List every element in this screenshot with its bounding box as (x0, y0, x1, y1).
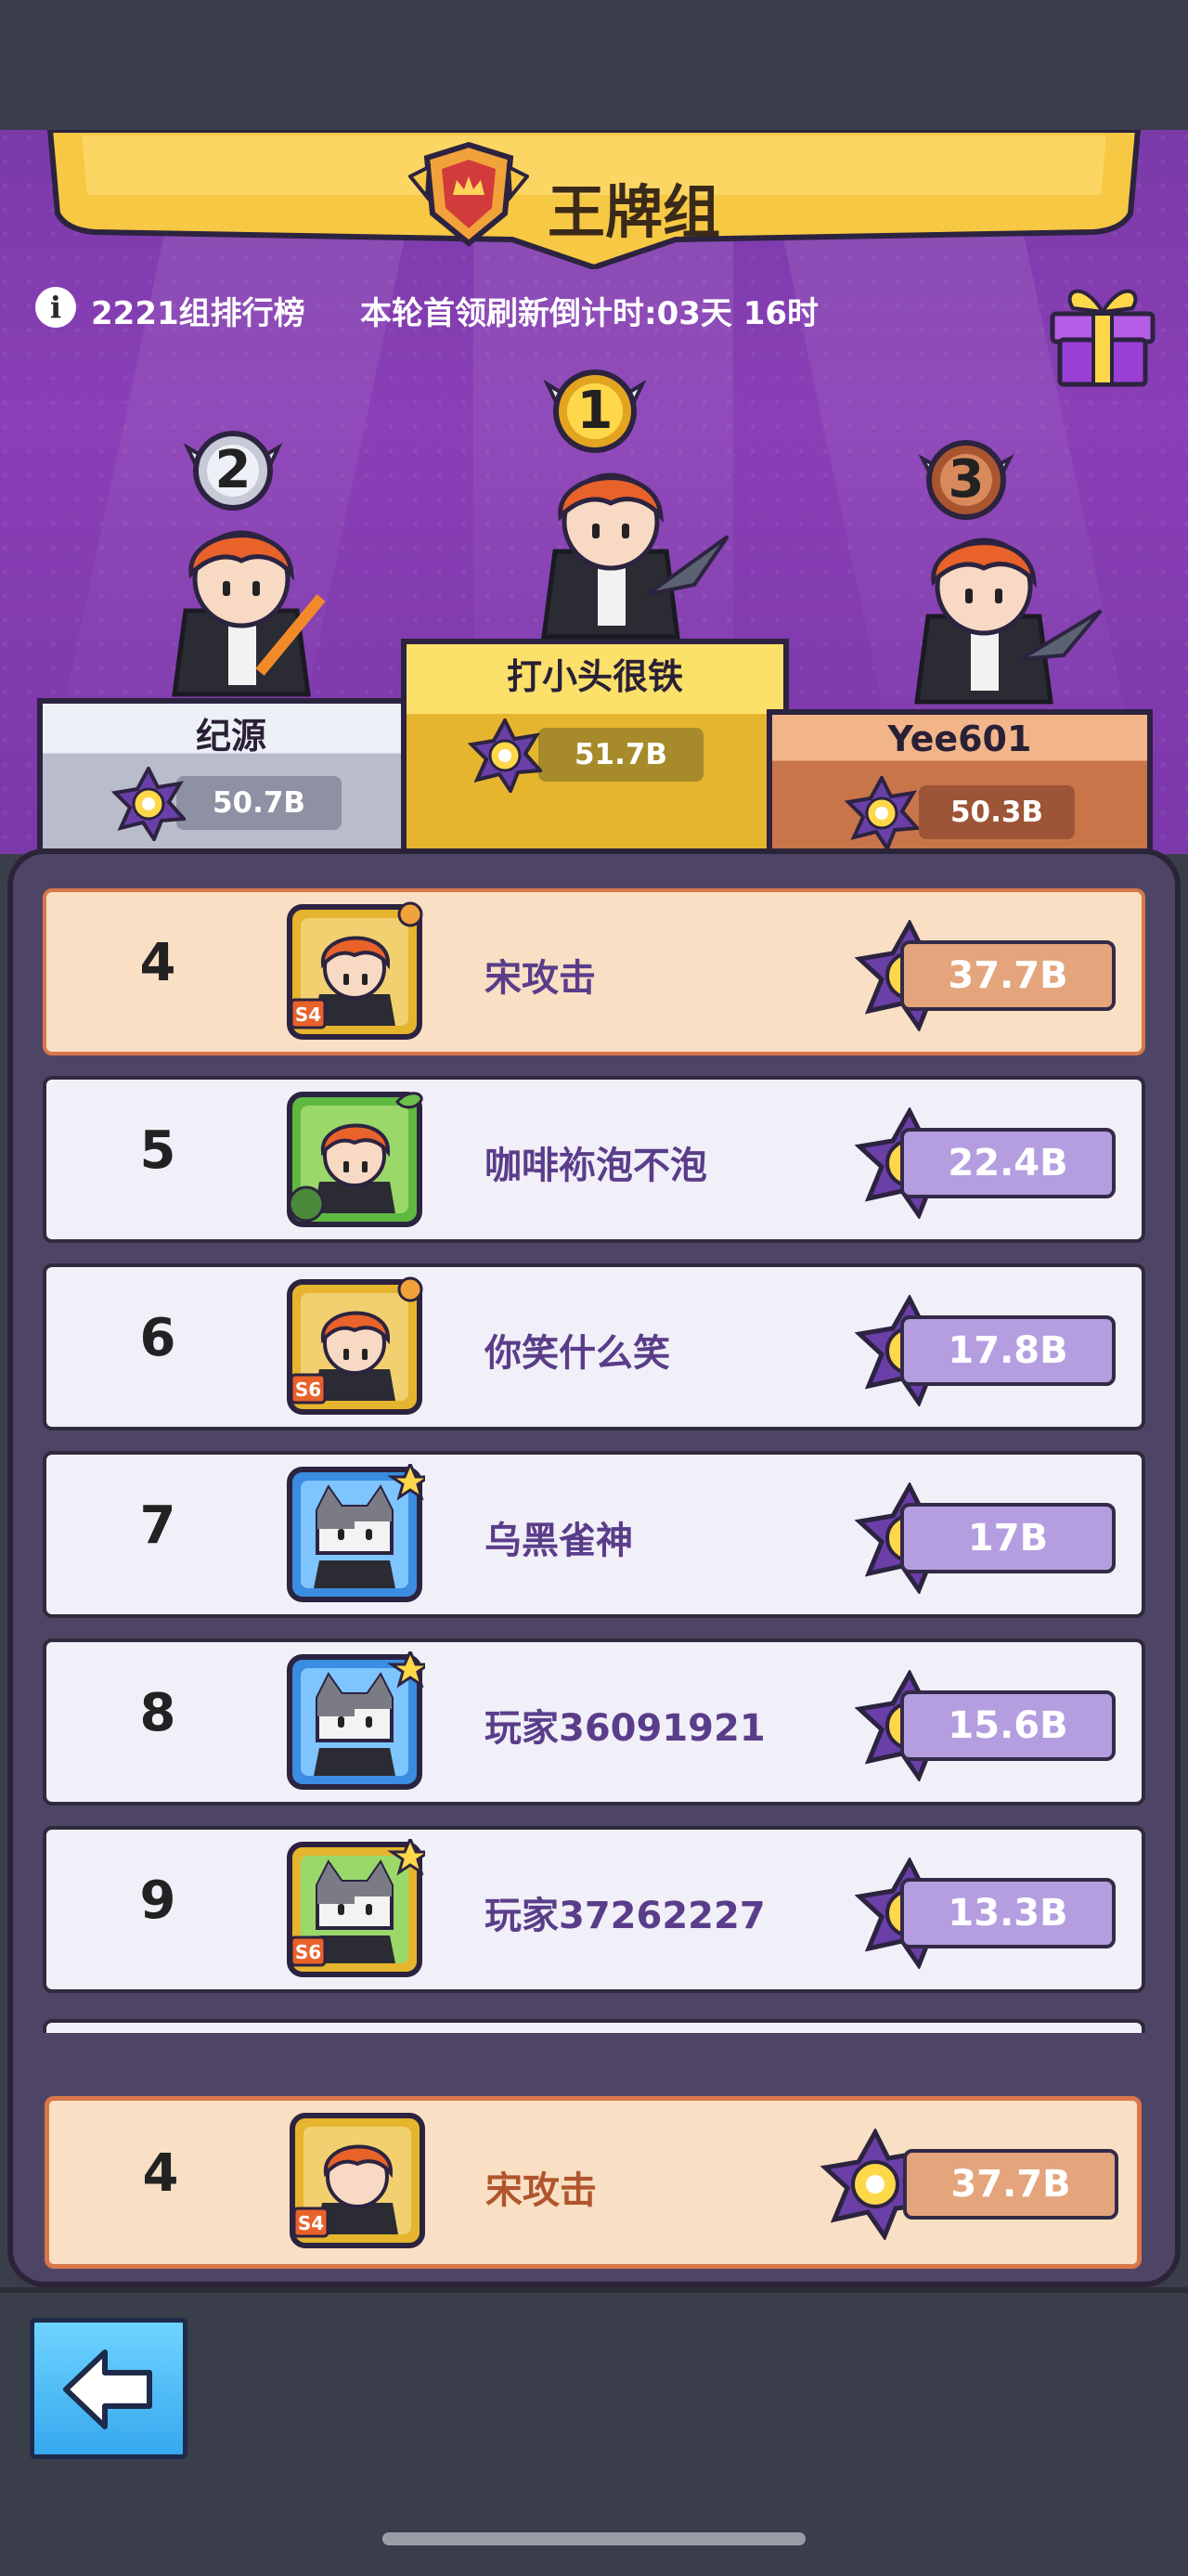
hero-avatar-icon: S4 (290, 2113, 425, 2248)
podium-name: Yee601 (887, 718, 1032, 759)
hero-character-icon (914, 537, 1103, 705)
leaderboard-list[interactable]: 4 S4 宋攻击 37.7B 5 咖啡袮泡不泡 22.4B 6 S6 你笑什么笑 17.8B 7 乌黑雀… (37, 877, 1151, 2033)
podium-rank: 3 (948, 449, 985, 510)
my-rank-row: 4 S4 宋攻击 37.7B (45, 2096, 1142, 2269)
podium-rank: 2 (214, 440, 252, 500)
purple-star-badge-icon (111, 767, 186, 841)
player-name: 宋攻击 (484, 957, 596, 1000)
purple-star-badge-icon (468, 718, 542, 793)
rank-number: 4 (139, 933, 176, 993)
rank-number: 9 (139, 1871, 176, 1931)
hero-character-icon (541, 472, 730, 640)
home-indicator (382, 2532, 806, 2545)
leaderboard-row[interactable]: 7 乌黑雀神 17B (43, 1451, 1145, 1618)
podium-score: 51.7B (538, 728, 704, 782)
status-bar (0, 0, 1188, 130)
player-score: 17B (900, 1503, 1116, 1573)
leaderboard-row[interactable]: 6 S6 你笑什么笑 17.8B (43, 1263, 1145, 1430)
player-name: 咖啡袮泡不泡 (484, 1145, 707, 1187)
hero-avatar-icon (287, 1464, 425, 1602)
rank-number: 4 (142, 2143, 179, 2204)
rank-number: 6 (139, 1308, 176, 1368)
podium-score: 50.7B (176, 776, 342, 830)
crown-shield-icon (408, 141, 529, 247)
hero-avatar-icon (287, 1092, 423, 1227)
svg-text:S4: S4 (295, 1003, 321, 1026)
league-title: 王牌组 (548, 178, 721, 246)
back-button[interactable] (30, 2318, 187, 2459)
svg-text:S6: S6 (295, 1941, 321, 1963)
player-name: 玩家36091921 (484, 1707, 766, 1750)
hero-character-icon (172, 530, 326, 697)
podium-name: 纪源 (195, 716, 266, 757)
podium-score: 50.3B (919, 785, 1075, 839)
hero-avatar-icon: S6 (287, 1276, 423, 1415)
player-score: 15.6B (900, 1690, 1116, 1761)
player-name: 乌黑雀神 (484, 1520, 633, 1562)
podium-rank: 1 (576, 381, 613, 441)
player-score: 37.7B (903, 2149, 1118, 2220)
leaderboard-row[interactable]: 8 玩家36091921 15.6B (43, 1638, 1145, 1806)
hero-avatar-icon: S4 (287, 901, 423, 1040)
player-name: 玩家37262227 (484, 1895, 766, 1937)
hero-avatar-icon (287, 1651, 425, 1790)
season-tag: S4 (298, 2212, 324, 2234)
player-name: 你笑什么笑 (484, 1332, 670, 1375)
gift-icon[interactable] (1045, 269, 1160, 390)
leaderboard-row[interactable]: 9 S6 玩家37262227 13.3B (43, 1826, 1145, 1993)
svg-text:S6: S6 (295, 1379, 321, 1401)
rank-number: 5 (139, 1120, 176, 1181)
info-icon[interactable]: i (35, 287, 76, 328)
leaderboard-row[interactable]: 4 S4 宋攻击 37.7B (43, 888, 1145, 1055)
rank-number: 8 (139, 1683, 176, 1743)
player-score: 17.8B (900, 1315, 1116, 1386)
player-score: 22.4B (900, 1128, 1116, 1198)
player-name: 宋攻击 (485, 2169, 597, 2212)
arrow-left-icon (63, 2349, 152, 2429)
leaderboard-row[interactable]: 5 咖啡袮泡不泡 22.4B (43, 1076, 1145, 1243)
hero-avatar-icon: S6 (287, 1839, 425, 1977)
refresh-countdown: 本轮首领刷新倒计时:03天 16时 (360, 295, 820, 332)
player-score: 37.7B (900, 940, 1116, 1011)
list-item-partial (43, 2019, 1145, 2033)
purple-star-badge-icon (845, 776, 919, 850)
leaderboard-label: 2221组排行榜 (91, 295, 305, 332)
rank-number: 7 (139, 1495, 176, 1556)
list-divider (37, 2033, 1151, 2089)
player-score: 13.3B (900, 1878, 1116, 1948)
podium-name: 打小头很铁 (506, 656, 683, 697)
